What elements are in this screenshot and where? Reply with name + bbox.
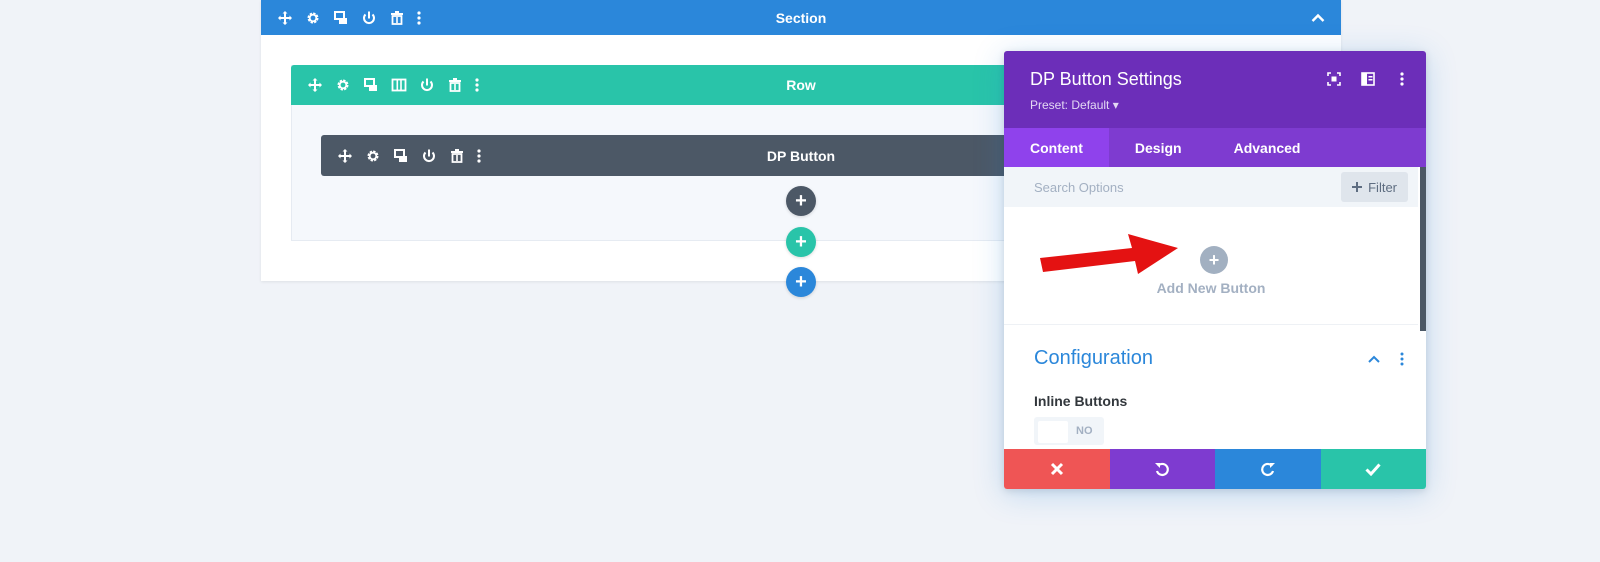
columns-icon[interactable] [385, 71, 413, 99]
modal-action-bar [1004, 449, 1426, 489]
search-row: Filter [1004, 167, 1418, 207]
more-icon[interactable] [1392, 69, 1412, 89]
move-icon[interactable] [301, 71, 329, 99]
redo-button[interactable] [1215, 449, 1321, 489]
preset-selector[interactable]: Preset: Default ▾ [1030, 98, 1119, 112]
trash-icon[interactable] [383, 4, 411, 32]
power-icon[interactable] [355, 4, 383, 32]
tab-advanced[interactable]: Advanced [1208, 128, 1327, 167]
module-toolbar-icons [331, 135, 487, 176]
redo-icon [1260, 461, 1276, 477]
more-icon[interactable] [469, 71, 485, 99]
row-toolbar-icons [301, 65, 485, 105]
gear-icon[interactable] [359, 142, 387, 170]
more-icon[interactable] [411, 4, 427, 32]
close-icon [1050, 462, 1064, 476]
expand-icon[interactable] [1324, 69, 1344, 89]
duplicate-icon[interactable] [387, 142, 415, 170]
configuration-icons [1366, 351, 1410, 367]
snap-sidebar-icon[interactable] [1358, 69, 1378, 89]
filter-button[interactable]: Filter [1341, 172, 1408, 202]
modal-header-icons [1324, 69, 1412, 89]
trash-icon[interactable] [443, 142, 471, 170]
add-new-button-icon[interactable]: + [1200, 246, 1228, 274]
inline-buttons-label: Inline Buttons [1034, 393, 1128, 409]
modal-tabs: Content Design Advanced [1004, 128, 1426, 167]
scrollbar[interactable] [1420, 167, 1426, 331]
configuration-heading[interactable]: Configuration [1034, 347, 1153, 370]
filter-label: Filter [1368, 179, 1397, 195]
tab-content[interactable]: Content [1004, 128, 1109, 167]
red-arrow-annotation [1040, 234, 1178, 274]
add-section-button[interactable]: + [786, 267, 816, 297]
collapse-chevron-icon[interactable] [1305, 5, 1331, 31]
move-icon[interactable] [331, 142, 359, 170]
more-icon[interactable] [1394, 351, 1410, 367]
gear-icon[interactable] [329, 71, 357, 99]
add-row-button[interactable]: + [786, 227, 816, 257]
trash-icon[interactable] [441, 71, 469, 99]
duplicate-icon[interactable] [357, 71, 385, 99]
plus-icon [1352, 182, 1363, 192]
save-button[interactable] [1320, 449, 1426, 489]
move-icon[interactable] [271, 4, 299, 32]
search-options-input[interactable] [1022, 173, 1322, 201]
toggle-state-text: NO [1076, 425, 1093, 437]
inline-buttons-toggle[interactable]: NO [1034, 417, 1104, 445]
modal-header[interactable]: DP Button Settings Preset: Default ▾ [1004, 51, 1426, 128]
duplicate-icon[interactable] [327, 4, 355, 32]
undo-icon [1154, 461, 1170, 477]
settings-modal: DP Button Settings Preset: Default ▾ Con… [1004, 51, 1426, 489]
add-new-button-area: + Add New Button [1004, 207, 1418, 325]
power-icon[interactable] [413, 71, 441, 99]
tab-design[interactable]: Design [1109, 128, 1208, 167]
modal-title: DP Button Settings [1030, 69, 1182, 89]
section-toolbar[interactable]: Section [261, 0, 1341, 35]
gear-icon[interactable] [299, 4, 327, 32]
toggle-knob [1038, 421, 1068, 443]
more-icon[interactable] [471, 142, 487, 170]
chevron-up-icon[interactable] [1366, 351, 1382, 367]
power-icon[interactable] [415, 142, 443, 170]
section-toolbar-icons [271, 0, 427, 35]
checkmark-icon [1365, 462, 1381, 476]
undo-button[interactable] [1109, 449, 1215, 489]
cancel-button[interactable] [1004, 449, 1110, 489]
add-module-button[interactable]: + [786, 186, 816, 216]
add-new-button-label[interactable]: Add New Button [1004, 280, 1418, 296]
